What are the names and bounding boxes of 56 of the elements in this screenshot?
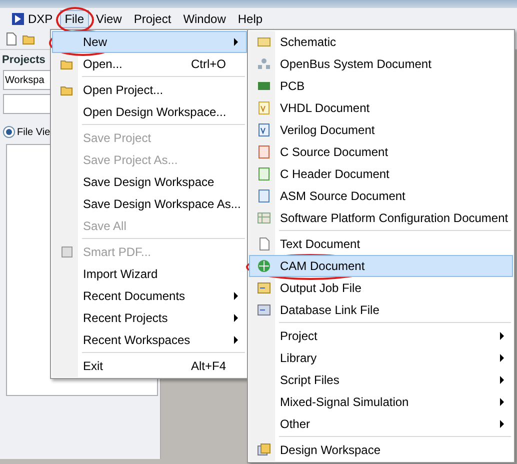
menu-item[interactable]: Other [249,413,513,435]
menu-item[interactable]: ASM Source Document [249,185,513,207]
menu-item[interactable]: C Source Document [249,141,513,163]
submenu-arrow-icon [500,354,504,362]
grid-icon [257,211,271,225]
logo-icon [11,12,25,26]
menu-item[interactable]: Verilog Document [249,119,513,141]
menu-item[interactable]: View [91,10,127,28]
menu-item[interactable]: VHDL Document [249,97,513,119]
menu-item[interactable]: Open Project... [52,79,247,101]
menu-item[interactable]: Save Design Workspace As... [52,193,247,215]
menu-item[interactable]: Output Job File [249,277,513,299]
menu-item[interactable]: Design Workspace [249,439,513,461]
panel-title: Projects [1,54,46,66]
new-document-icon[interactable] [4,32,18,46]
menu-item[interactable]: New [52,31,247,53]
menu-item[interactable]: Exit Alt+F4 [52,355,247,377]
radio-label: File Vie [17,126,50,138]
menu-item[interactable]: Project [128,10,176,28]
menu-item[interactable]: Recent Documents [52,285,247,307]
crosshair-icon [257,259,271,273]
menu-item[interactable]: Script Files [249,369,513,391]
menu-item[interactable]: Open Design Workspace... [52,101,247,123]
submenu-arrow-icon [500,420,504,428]
menu-item[interactable]: Window [178,10,231,28]
submenu-arrow-icon [234,314,238,322]
menu-item[interactable]: Mixed-Signal Simulation [249,391,513,413]
menu-item[interactable]: PCB [249,75,513,97]
menu-item[interactable]: Software Platform Configuration Document [249,207,513,229]
menu-item[interactable]: DXP [6,10,58,28]
menu-item[interactable]: Save Design Workspace [52,171,247,193]
menu-item[interactable]: C Header Document [249,163,513,185]
menu-item[interactable]: OpenBus System Document [249,53,513,75]
menu-item[interactable]: Import Wizard [52,263,247,285]
menu-item[interactable]: Recent Workspaces [52,329,247,351]
submenu-arrow-icon [234,38,238,46]
menu-item[interactable]: Help [232,10,268,28]
menu-item[interactable]: Text Document [249,233,513,255]
menu-item[interactable]: Open... Ctrl+O [52,53,247,75]
schematic-icon [257,35,271,49]
database-icon [257,303,271,317]
menu-item[interactable]: Library [249,347,513,369]
submenu-arrow-icon [500,376,504,384]
menu-item[interactable]: Recent Projects [52,307,247,329]
menu-item[interactable]: CAM Document [249,255,513,277]
radio-button[interactable] [3,126,15,138]
submenu-arrow-icon [500,332,504,340]
submenu-arrow-icon [234,292,238,300]
network-icon [257,57,271,71]
menu-item[interactable]: Database Link File [249,299,513,321]
submenu-arrow-icon [234,336,238,344]
circuit-board-icon [257,79,271,93]
menu-item[interactable]: File [60,10,90,28]
menu-item[interactable]: Schematic [249,31,513,53]
submenu-arrow-icon [500,398,504,406]
menu-item[interactable]: Project [249,325,513,347]
